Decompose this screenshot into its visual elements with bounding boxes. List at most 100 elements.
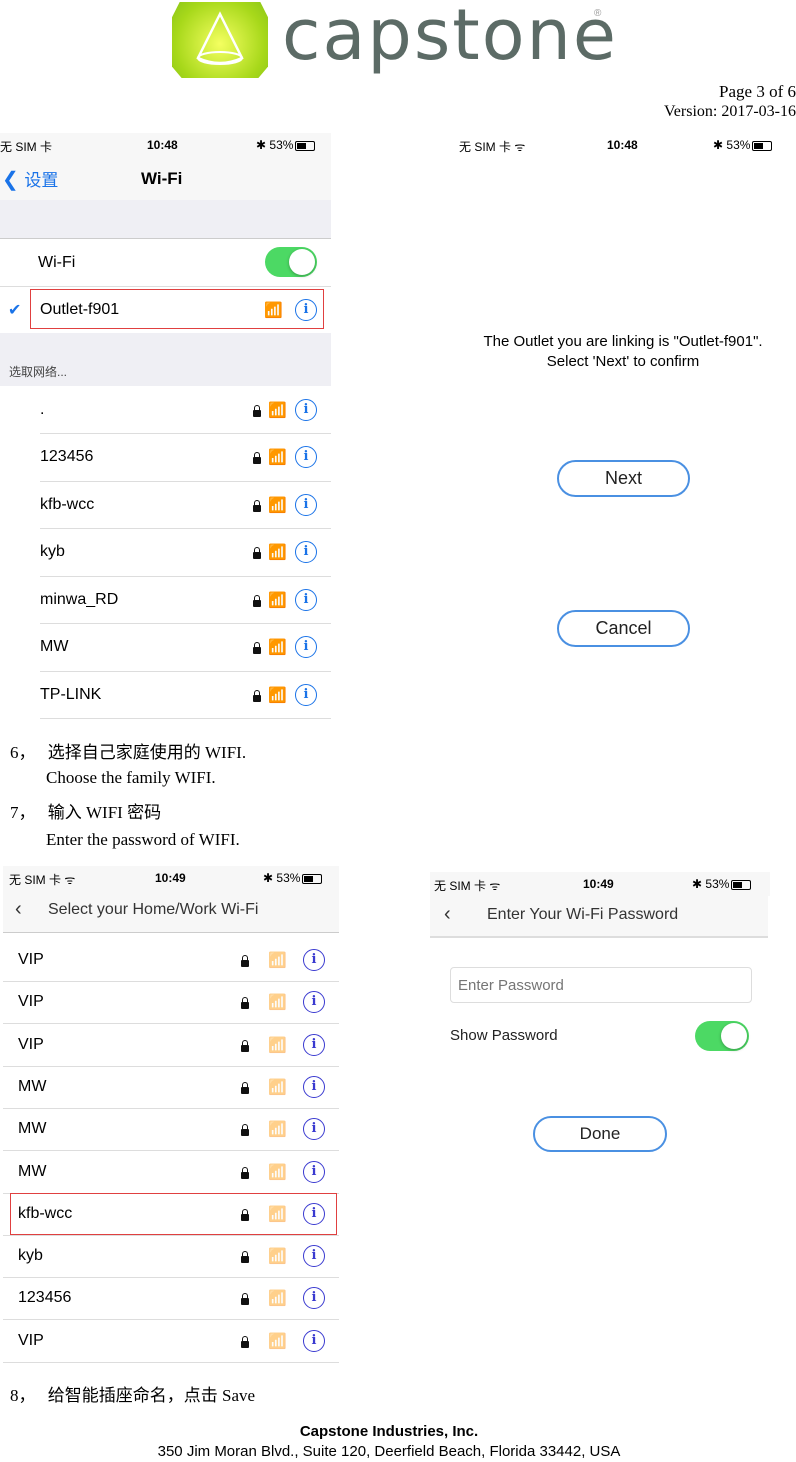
network-row[interactable]: 123456 📶 i	[3, 1277, 339, 1321]
connected-network-row[interactable]: ✔ Outlet-f901 📶 i	[0, 286, 331, 334]
info-icon[interactable]: i	[295, 541, 317, 563]
lock-icon	[241, 997, 249, 1010]
battery-icon	[731, 879, 752, 890]
battery-status: ✱ 53%	[263, 871, 323, 885]
info-icon[interactable]: i	[303, 1118, 325, 1141]
step-6: 6， 选择自己家庭使用的 WIFI.	[10, 743, 247, 762]
page-number: Page 3 of 6	[719, 82, 796, 101]
info-icon[interactable]: i	[303, 1287, 325, 1310]
password-input[interactable]	[450, 967, 752, 1003]
step-7-en: Enter the password of WIFI.	[46, 830, 240, 849]
network-row[interactable]: . 📶 i	[40, 386, 331, 434]
wifi-signal-icon: 📶	[268, 1290, 287, 1308]
cancel-button[interactable]: Cancel	[557, 610, 690, 647]
battery-icon	[302, 873, 323, 884]
highlight-box	[10, 1192, 337, 1235]
status-bar: 无 SIM 卡 ᯤ 10:49 ✱ 53%	[3, 866, 339, 890]
wifi-signal-icon: 📶	[268, 401, 287, 419]
network-row[interactable]: VIP 📶 i	[3, 981, 339, 1025]
lock-icon	[241, 1166, 249, 1179]
back-button[interactable]: ‹	[15, 898, 22, 921]
time: 10:48	[607, 138, 638, 152]
info-icon[interactable]: i	[303, 1245, 325, 1268]
info-icon[interactable]: i	[295, 636, 317, 658]
wifi-signal-icon: 📶	[268, 1121, 287, 1139]
info-icon[interactable]: i	[295, 398, 317, 421]
lock-icon	[253, 547, 261, 559]
status-bar: 无 SIM 卡 ᯤ 10:48 ✱ 53%	[455, 133, 791, 157]
battery-status: ✱ 53%	[256, 138, 316, 152]
info-icon[interactable]: i	[303, 1160, 325, 1183]
footer-company: Capstone Industries, Inc.	[299, 1423, 479, 1440]
network-row[interactable]: MW 📶 i	[3, 1151, 339, 1194]
back-button[interactable]: ‹	[444, 903, 451, 926]
network-row[interactable]: VIP 📶 i	[3, 939, 339, 982]
highlight-box	[30, 289, 324, 329]
lock-icon	[241, 1039, 249, 1052]
battery-status: ✱ 53%	[692, 877, 752, 891]
screenshot-ios-wifi-settings: 无 SIM 卡 10:48 ✱ 53% ❮ 设置 Wi-Fi Wi-Fi ✔ O…	[0, 133, 331, 719]
lock-icon	[241, 1293, 249, 1306]
network-row[interactable]: TP-LINK 📶 i	[40, 671, 331, 719]
screenshot-enter-password: 无 SIM 卡 ᯤ 10:49 ✱ 53% ‹ Enter Your Wi-Fi…	[430, 872, 770, 1172]
wifi-signal-icon: 📶	[268, 639, 287, 656]
network-name: MW	[18, 1120, 47, 1138]
network-row[interactable]: VIP 📶 i	[3, 1320, 339, 1363]
info-icon[interactable]: i	[295, 588, 317, 611]
network-row[interactable]: MW 📶 i	[3, 1066, 339, 1109]
info-icon[interactable]: i	[303, 949, 325, 971]
confirm-message: The Outlet you are linking is "Outlet-f9…	[483, 333, 763, 370]
lock-icon	[253, 452, 261, 464]
nav-title: Select your Home/Work Wi-Fi	[48, 901, 259, 918]
back-button[interactable]: ❮ 设置	[2, 166, 58, 192]
info-icon[interactable]: i	[295, 493, 317, 516]
network-row[interactable]: kfb-wcc 📶 i	[3, 1192, 339, 1236]
carrier: 无 SIM 卡 ᯤ	[434, 879, 501, 893]
wifi-label: Wi-Fi	[38, 253, 76, 271]
checkmark-icon: ✔	[8, 301, 22, 319]
network-row[interactable]: VIP 📶 i	[3, 1024, 339, 1067]
network-row[interactable]: kyb 📶 i	[40, 529, 331, 577]
network-name: VIP	[18, 993, 44, 1011]
wifi-toggle[interactable]	[265, 247, 317, 277]
network-row[interactable]: kyb 📶 i	[3, 1235, 339, 1279]
next-button[interactable]: Next	[557, 460, 690, 497]
status-bar: 无 SIM 卡 10:48 ✱ 53%	[0, 133, 331, 157]
info-icon[interactable]: i	[303, 991, 325, 1014]
network-row[interactable]: kfb-wcc 📶 i	[40, 481, 331, 529]
wifi-signal-icon: 📶	[268, 1078, 287, 1096]
wifi-signal-icon: 📶	[268, 994, 287, 1012]
registered-mark: ®	[594, 8, 602, 19]
show-password-toggle[interactable]	[695, 1021, 749, 1051]
info-icon[interactable]: i	[303, 1033, 325, 1056]
wifi-signal-icon: 📶	[268, 544, 287, 561]
wifi-signal-icon: 📶	[268, 496, 287, 514]
lock-icon	[253, 499, 261, 512]
network-name: .	[40, 400, 45, 418]
lock-icon	[241, 1335, 249, 1348]
lock-icon	[241, 1081, 249, 1094]
info-icon[interactable]: i	[303, 1075, 325, 1098]
info-icon[interactable]: i	[295, 683, 317, 706]
time: 10:49	[583, 877, 614, 891]
wifi-signal-icon: 📶	[268, 1036, 287, 1054]
wifi-signal-icon: 📶	[268, 686, 287, 704]
info-icon[interactable]: i	[303, 1329, 325, 1352]
network-row[interactable]: minwa_RD 📶 i	[40, 576, 331, 624]
carrier: 无 SIM 卡	[0, 140, 53, 154]
wifi-signal-icon: 📶	[268, 591, 287, 609]
network-row[interactable]: MW 📶 i	[40, 624, 331, 672]
lock-icon	[253, 689, 261, 702]
network-name: MW	[18, 1077, 47, 1095]
carrier: 无 SIM 卡 ᯤ	[459, 140, 526, 154]
network-row[interactable]: MW 📶 i	[3, 1108, 339, 1152]
wifi-signal-icon: 📶	[268, 449, 287, 466]
network-name: kyb	[18, 1247, 43, 1265]
network-row[interactable]: 123456 📶 i	[40, 434, 331, 482]
info-icon[interactable]: i	[295, 446, 317, 468]
wifi-signal-icon: 📶	[268, 952, 287, 969]
done-button[interactable]: Done	[533, 1116, 667, 1152]
network-name: kyb	[40, 543, 65, 560]
capstone-logo-icon	[172, 2, 268, 78]
battery-icon	[295, 140, 316, 151]
